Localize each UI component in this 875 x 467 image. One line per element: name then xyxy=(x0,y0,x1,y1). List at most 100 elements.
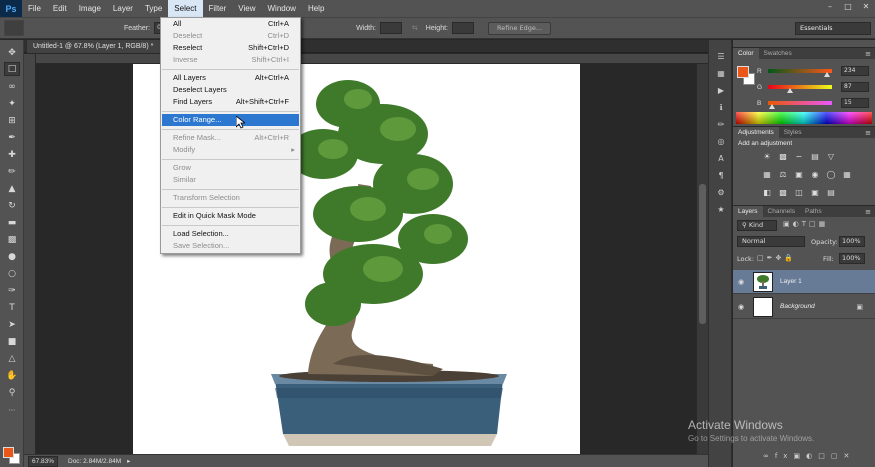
restore-icon[interactable]: □ xyxy=(839,0,857,12)
tab-color[interactable]: Color xyxy=(733,48,759,60)
history-brush-tool-icon[interactable]: ↻ xyxy=(4,199,20,213)
threshold-icon[interactable]: ◫ xyxy=(793,187,805,198)
dodge-tool-icon[interactable]: ○ xyxy=(4,267,20,281)
menu-item-color-range[interactable]: Color Range... xyxy=(162,114,299,126)
blend-mode-select[interactable]: Normal xyxy=(737,236,805,247)
vertical-scrollbar[interactable] xyxy=(696,64,708,454)
layer-name[interactable]: Background xyxy=(780,303,815,310)
swap-icon[interactable]: ⇆ xyxy=(412,24,418,32)
menu-file[interactable]: File xyxy=(22,0,47,17)
zoom-tool-icon[interactable]: ⚲ xyxy=(4,386,20,400)
tab-adjustments[interactable]: Adjustments xyxy=(733,127,779,139)
menu-type[interactable]: Type xyxy=(139,0,168,17)
menu-item-all[interactable]: All Ctrl+A xyxy=(162,18,299,30)
menu-item-all-layers[interactable]: All Layers Alt+Ctrl+A xyxy=(162,72,299,84)
tab-channels[interactable]: Channels xyxy=(763,206,800,218)
new-group-icon[interactable]: □ xyxy=(818,452,831,460)
selective-color-icon[interactable]: ▣ xyxy=(809,187,821,198)
clone-stamp-tool-icon[interactable]: ▲ xyxy=(4,182,20,196)
blue-slider[interactable] xyxy=(768,101,832,109)
blue-value[interactable]: 15 xyxy=(841,98,869,108)
close-icon[interactable]: ✕ xyxy=(857,0,875,12)
menu-item-refine-mask[interactable]: Refine Mask... Alt+Ctrl+R xyxy=(162,132,299,144)
document-tab[interactable]: Untitled-1 @ 67.8% (Layer 1, RGB/8) * ✕ xyxy=(27,40,174,53)
fill-input[interactable]: 100% xyxy=(839,253,865,264)
menu-item-reselect[interactable]: Reselect Shift+Ctrl+D xyxy=(162,42,299,54)
layer-name[interactable]: Layer 1 xyxy=(780,278,802,285)
red-slider[interactable] xyxy=(768,69,832,77)
eyedropper-tool-icon[interactable]: ✒ xyxy=(4,131,20,145)
clone-source-panel-icon[interactable]: ◎ xyxy=(713,135,729,148)
posterize-icon[interactable]: ▩ xyxy=(777,187,789,198)
character-panel-icon[interactable]: A xyxy=(713,152,729,165)
healing-brush-tool-icon[interactable]: ✚ xyxy=(4,148,20,162)
tab-paths[interactable]: Paths xyxy=(800,206,827,218)
panel-menu-icon[interactable]: ≡ xyxy=(865,48,871,60)
red-value[interactable]: 234 xyxy=(841,66,869,76)
menu-item-load-selection[interactable]: Load Selection... xyxy=(162,228,299,240)
brightness-contrast-icon[interactable]: ☀ xyxy=(761,151,773,162)
color-lookup-icon[interactable]: ▦ xyxy=(841,169,853,180)
color-balance-icon[interactable]: ⚖ xyxy=(777,169,789,180)
more-tools-icon[interactable]: ⋯ xyxy=(4,403,20,417)
levels-icon[interactable]: ▩ xyxy=(777,151,789,162)
green-slider[interactable] xyxy=(768,85,832,93)
pen-tool-icon[interactable]: ✑ xyxy=(4,284,20,298)
color-panel-fg-swatch[interactable] xyxy=(737,66,749,78)
menu-item-similar[interactable]: Similar xyxy=(162,174,299,186)
gradient-tool-icon[interactable]: ▩ xyxy=(4,233,20,247)
refine-edge-button[interactable]: Refine Edge... xyxy=(487,21,552,35)
photo-filter-icon[interactable]: ◉ xyxy=(809,169,821,180)
menu-select[interactable]: Select xyxy=(168,0,203,17)
channel-mixer-icon[interactable]: ◯ xyxy=(825,169,837,180)
move-tool-icon[interactable]: ✥ xyxy=(4,46,20,60)
menu-image[interactable]: Image xyxy=(73,0,107,17)
layer-filter-kind[interactable]: ⚲ Kind xyxy=(737,220,777,231)
info-panel-icon[interactable]: ℹ xyxy=(713,101,729,114)
tab-swatches[interactable]: Swatches xyxy=(759,48,797,60)
vibrance-icon[interactable]: ▽ xyxy=(825,151,837,162)
menu-view[interactable]: View xyxy=(232,0,261,17)
tab-layers[interactable]: Layers xyxy=(733,206,763,218)
link-layers-icon[interactable]: ∞ xyxy=(763,452,775,460)
menu-item-quick-mask[interactable]: Edit in Quick Mask Mode xyxy=(162,210,299,222)
green-slider-knob[interactable] xyxy=(786,88,793,93)
quick-selection-tool-icon[interactable]: ✦ xyxy=(4,97,20,111)
fx-icon[interactable]: fx xyxy=(775,452,794,460)
path-selection-tool-icon[interactable]: ➤ xyxy=(4,318,20,332)
3d-tool-icon[interactable]: △ xyxy=(4,352,20,366)
zoom-level[interactable]: 67.83% xyxy=(28,455,58,467)
black-white-icon[interactable]: ▣ xyxy=(793,169,805,180)
brush-tool-icon[interactable]: ✏ xyxy=(4,165,20,179)
tab-styles[interactable]: Styles xyxy=(779,127,807,139)
foreground-color-swatch[interactable] xyxy=(3,447,14,458)
workspace-select[interactable]: Essentials xyxy=(795,22,871,35)
canvas-area[interactable] xyxy=(36,64,696,454)
width-input[interactable] xyxy=(379,22,402,34)
lock-icons[interactable]: □✒✥🔒 xyxy=(757,254,796,262)
green-value[interactable]: 87 xyxy=(841,82,869,92)
blue-slider-knob[interactable] xyxy=(768,104,775,109)
tool-presets-panel-icon[interactable]: ⚙ xyxy=(713,186,729,199)
history-panel-icon[interactable]: ☰ xyxy=(713,50,729,63)
paragraph-panel-icon[interactable]: ¶ xyxy=(713,169,729,182)
visibility-eye-icon[interactable]: ◉ xyxy=(733,303,749,311)
layer-row-layer-1[interactable]: ◉ Layer 1 xyxy=(733,270,875,294)
crop-tool-icon[interactable]: ⊞ xyxy=(4,114,20,128)
menu-item-deselect-layers[interactable]: Deselect Layers xyxy=(162,84,299,96)
lasso-tool-icon[interactable]: ∞ xyxy=(4,80,20,94)
menu-layer[interactable]: Layer xyxy=(107,0,139,17)
menu-help[interactable]: Help xyxy=(302,0,330,17)
rectangle-tool-icon[interactable]: ■ xyxy=(4,335,20,349)
visibility-eye-icon[interactable]: ◉ xyxy=(733,278,749,286)
glyphs-panel-icon[interactable]: ★ xyxy=(713,203,729,216)
horizontal-ruler[interactable] xyxy=(36,54,708,64)
brush-panel-icon[interactable]: ✏ xyxy=(713,118,729,131)
invert-icon[interactable]: ◧ xyxy=(761,187,773,198)
exposure-icon[interactable]: ▤ xyxy=(809,151,821,162)
new-adjustment-icon[interactable]: ◐ xyxy=(806,452,818,460)
status-menu-icon[interactable]: ▸ xyxy=(127,457,130,465)
menu-edit[interactable]: Edit xyxy=(47,0,73,17)
blur-tool-icon[interactable]: ● xyxy=(4,250,20,264)
vertical-ruler[interactable] xyxy=(24,54,36,454)
